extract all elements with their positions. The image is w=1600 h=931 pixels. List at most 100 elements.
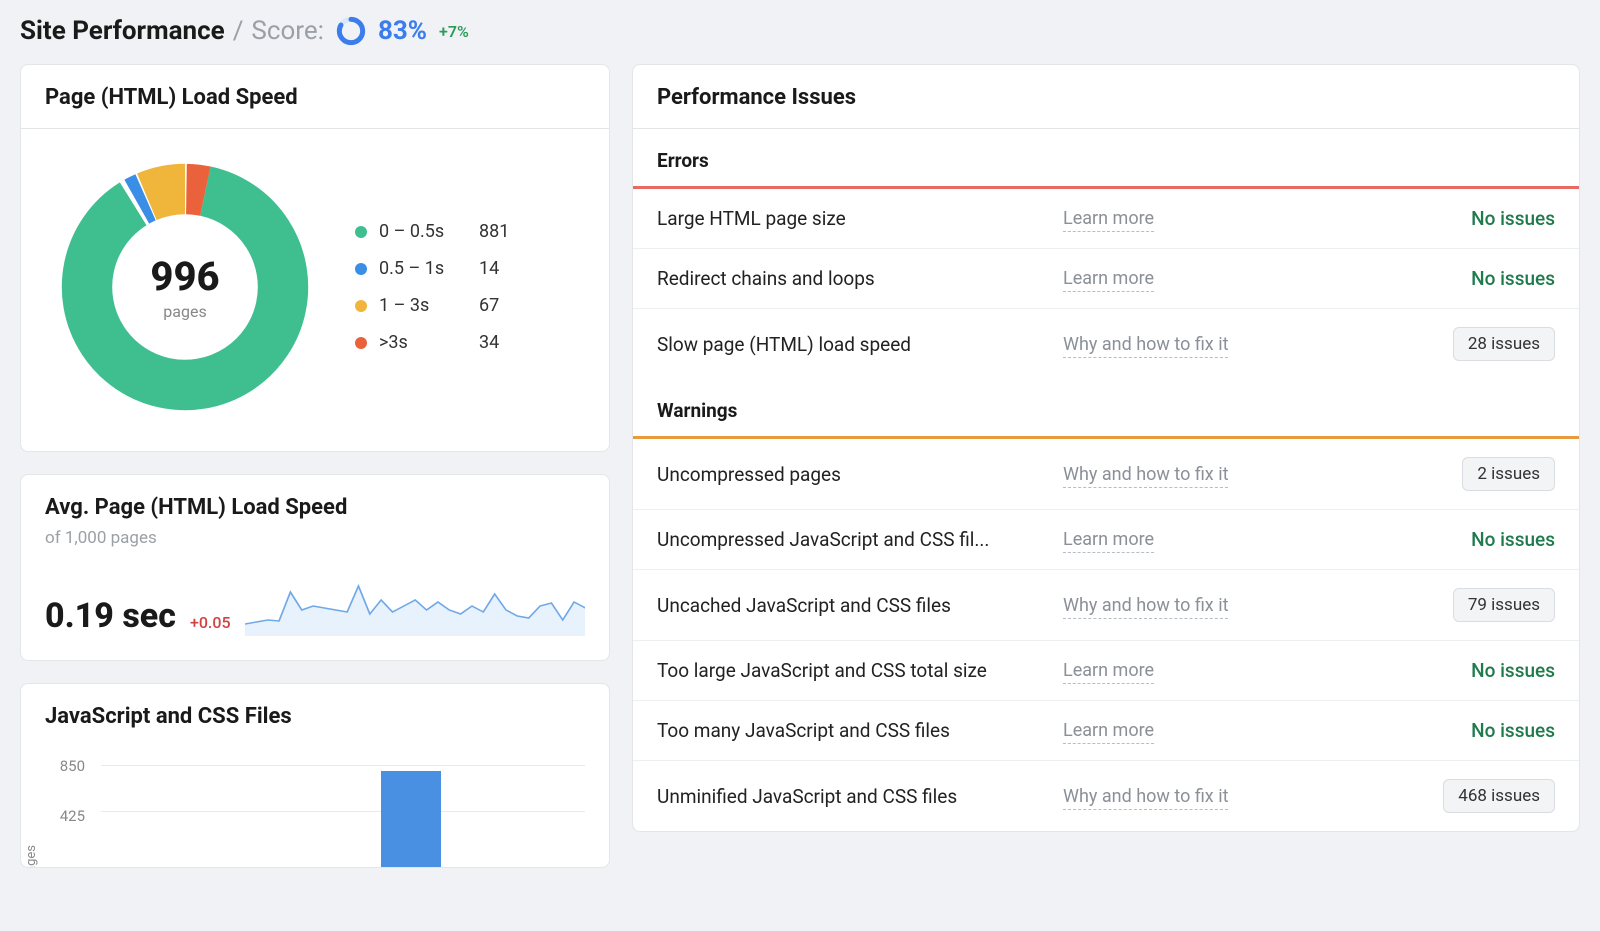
bar bbox=[381, 771, 441, 867]
issue-row: Too large JavaScript and CSS total sizeL… bbox=[633, 641, 1579, 701]
issue-name: Unminified JavaScript and CSS files bbox=[657, 785, 1047, 808]
legend-item: >3s 34 bbox=[355, 332, 527, 353]
no-issues-label: No issues bbox=[1471, 267, 1555, 290]
donut-total-label: pages bbox=[163, 302, 206, 321]
card-title: Performance Issues bbox=[657, 85, 1555, 110]
issue-status: No issues bbox=[1309, 207, 1555, 230]
card-performance-issues: Performance Issues Errors Large HTML pag… bbox=[632, 64, 1580, 832]
issue-count-badge[interactable]: 468 issues bbox=[1443, 779, 1555, 813]
legend-value: 881 bbox=[479, 221, 527, 242]
legend-item: 1 – 3s 67 bbox=[355, 295, 527, 316]
sparkline-chart bbox=[245, 576, 585, 636]
y-tick: 850 bbox=[45, 757, 85, 775]
issue-help-link[interactable]: Why and how to fix it bbox=[1063, 333, 1228, 358]
issue-row: Large HTML page size Learn more No issues bbox=[633, 189, 1579, 249]
issue-link-wrap: Why and how to fix it bbox=[1063, 334, 1293, 355]
issue-help-link[interactable]: Learn more bbox=[1063, 267, 1154, 292]
score-label: Score: bbox=[251, 16, 324, 46]
issue-count-badge[interactable]: 79 issues bbox=[1453, 588, 1555, 622]
issue-row: Unminified JavaScript and CSS files Why a… bbox=[633, 761, 1579, 831]
no-issues-label: No issues bbox=[1471, 659, 1555, 682]
legend-label: 1 – 3s bbox=[379, 295, 467, 316]
no-issues-label: No issues bbox=[1471, 207, 1555, 230]
issue-help-link[interactable]: Why and how to fix it bbox=[1063, 594, 1228, 619]
issue-link-wrap: Learn more bbox=[1063, 208, 1293, 229]
page-header: Site Performance / Score: 83% +7% bbox=[20, 16, 1580, 46]
bar-chart: 850 425 ages bbox=[21, 747, 609, 867]
y-tick: 425 bbox=[45, 807, 85, 825]
issue-row: Uncompressed pages Why and how to fix it 2… bbox=[633, 439, 1579, 510]
issue-help-link[interactable]: Learn more bbox=[1063, 719, 1154, 744]
issue-status: 79 issues bbox=[1309, 588, 1555, 622]
card-title: JavaScript and CSS Files bbox=[45, 704, 585, 729]
score-delta: +7% bbox=[439, 22, 469, 41]
issue-status: No issues bbox=[1309, 659, 1555, 682]
issue-row: Uncompressed JavaScript and CSS fil... Le… bbox=[633, 510, 1579, 570]
issue-help-link[interactable]: Why and how to fix it bbox=[1063, 463, 1228, 488]
avg-value: 0.19 sec bbox=[45, 596, 176, 636]
issue-name: Uncompressed JavaScript and CSS fil... bbox=[657, 528, 1047, 551]
issue-status: No issues bbox=[1309, 719, 1555, 742]
issue-status: No issues bbox=[1309, 528, 1555, 551]
issue-help-link[interactable]: Learn more bbox=[1063, 528, 1154, 553]
issue-status: 2 issues bbox=[1309, 457, 1555, 491]
issue-row: Uncached JavaScript and CSS files Why and… bbox=[633, 570, 1579, 641]
card-load-speed: Page (HTML) Load Speed bbox=[20, 64, 610, 452]
issue-row: Redirect chains and loops Learn more No is… bbox=[633, 249, 1579, 309]
legend-label: 0 – 0.5s bbox=[379, 221, 467, 242]
issue-status: 468 issues bbox=[1309, 779, 1555, 813]
avg-delta: +0.05 bbox=[190, 613, 231, 636]
legend-value: 67 bbox=[479, 295, 527, 316]
legend-dot-icon bbox=[355, 226, 367, 238]
no-issues-label: No issues bbox=[1471, 528, 1555, 551]
breadcrumb-separator: / bbox=[233, 16, 244, 46]
legend-value: 34 bbox=[479, 332, 527, 353]
issue-name: Uncompressed pages bbox=[657, 463, 1047, 486]
card-avg-load-speed: Avg. Page (HTML) Load Speed of 1,000 pag… bbox=[20, 474, 610, 661]
issue-row: Too many JavaScript and CSS files Learn m… bbox=[633, 701, 1579, 761]
page-title: Site Performance bbox=[20, 16, 225, 46]
warnings-list: Uncompressed pages Why and how to fix it 2… bbox=[633, 439, 1579, 831]
legend-dot-icon bbox=[355, 300, 367, 312]
issue-name: Too many JavaScript and CSS files bbox=[657, 719, 1047, 742]
legend-item: 0 – 0.5s 881 bbox=[355, 221, 527, 242]
donut-chart: 996 pages bbox=[45, 147, 325, 427]
issue-link-wrap: Why and how to fix it bbox=[1063, 464, 1293, 485]
issue-count-badge[interactable]: 28 issues bbox=[1453, 327, 1555, 361]
score-value: 83% bbox=[378, 16, 427, 46]
issues-group-warnings: Warnings bbox=[633, 379, 1579, 436]
issue-help-link[interactable]: Learn more bbox=[1063, 659, 1154, 684]
issue-help-link[interactable]: Why and how to fix it bbox=[1063, 785, 1228, 810]
issue-name: Redirect chains and loops bbox=[657, 267, 1047, 290]
issue-link-wrap: Learn more bbox=[1063, 529, 1293, 550]
score-ring-icon bbox=[336, 16, 366, 46]
issue-link-wrap: Why and how to fix it bbox=[1063, 595, 1293, 616]
donut-legend: 0 – 0.5s 881 0.5 – 1s 14 1 – 3s 67 bbox=[355, 221, 527, 353]
legend-label: >3s bbox=[379, 332, 467, 353]
card-title: Avg. Page (HTML) Load Speed bbox=[45, 495, 585, 520]
legend-label: 0.5 – 1s bbox=[379, 258, 467, 279]
errors-list: Large HTML page sizeLearn moreNo issuesR… bbox=[633, 189, 1579, 379]
issue-link-wrap: Why and how to fix it bbox=[1063, 786, 1293, 807]
issue-row: Slow page (HTML) load speed Why and how t… bbox=[633, 309, 1579, 379]
donut-total: 996 bbox=[150, 253, 219, 300]
legend-dot-icon bbox=[355, 263, 367, 275]
issue-status: No issues bbox=[1309, 267, 1555, 290]
issue-name: Slow page (HTML) load speed bbox=[657, 333, 1047, 356]
legend-item: 0.5 – 1s 14 bbox=[355, 258, 527, 279]
issues-group-errors: Errors bbox=[633, 129, 1579, 186]
card-js-css-files: JavaScript and CSS Files 850 425 ages bbox=[20, 683, 610, 868]
issue-name: Uncached JavaScript and CSS files bbox=[657, 594, 1047, 617]
y-axis-label: ages bbox=[24, 845, 39, 868]
no-issues-label: No issues bbox=[1471, 719, 1555, 742]
card-subtitle: of 1,000 pages bbox=[45, 528, 585, 548]
legend-value: 14 bbox=[479, 258, 527, 279]
issue-status: 28 issues bbox=[1309, 327, 1555, 361]
issue-link-wrap: Learn more bbox=[1063, 660, 1293, 681]
issue-link-wrap: Learn more bbox=[1063, 720, 1293, 741]
issue-link-wrap: Learn more bbox=[1063, 268, 1293, 289]
card-title: Page (HTML) Load Speed bbox=[45, 85, 585, 110]
issue-count-badge[interactable]: 2 issues bbox=[1462, 457, 1555, 491]
issue-name: Large HTML page size bbox=[657, 207, 1047, 230]
issue-help-link[interactable]: Learn more bbox=[1063, 207, 1154, 232]
